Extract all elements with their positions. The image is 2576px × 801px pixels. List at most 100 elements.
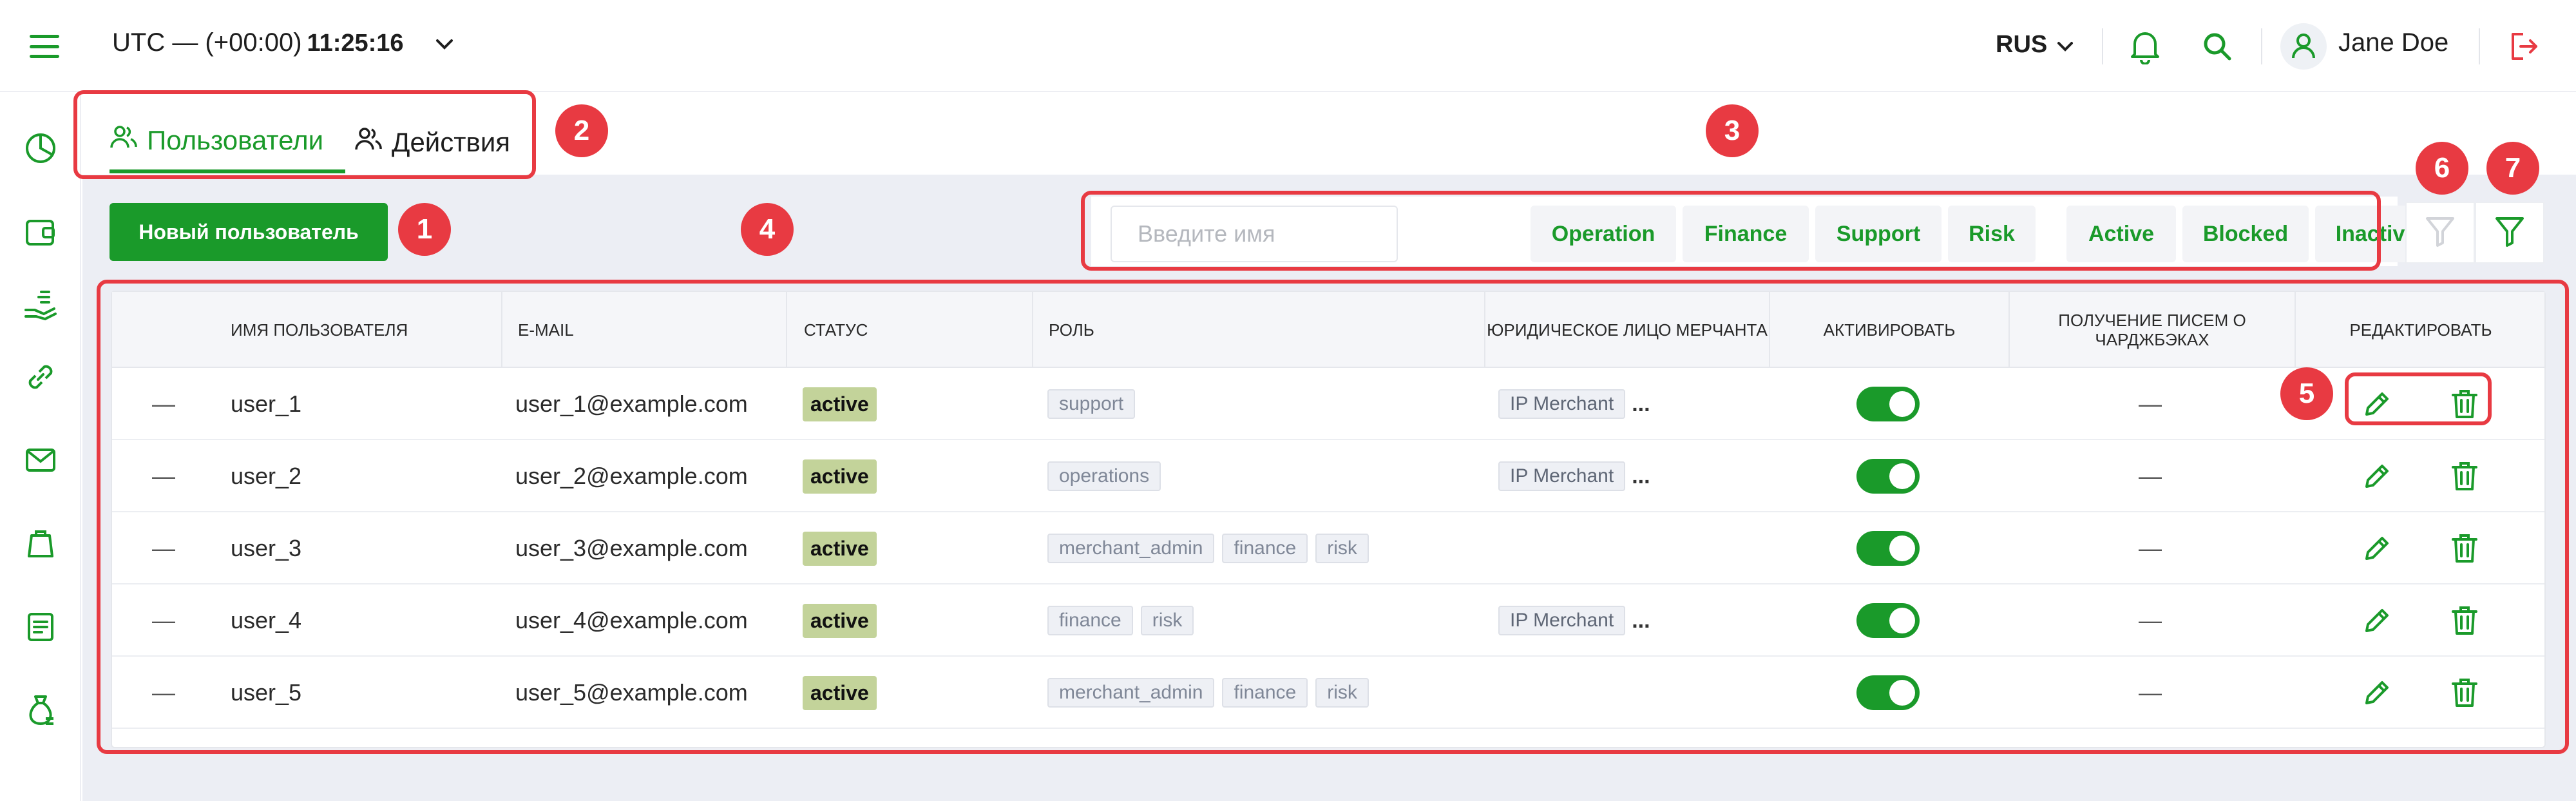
username-cell: user_4 <box>231 607 302 633</box>
chargeback-cell: — <box>2139 679 2162 706</box>
activate-toggle[interactable] <box>1856 387 1920 421</box>
money-hand-icon[interactable] <box>21 285 60 324</box>
search-icon[interactable] <box>2197 26 2238 67</box>
language-selector[interactable]: RUS <box>1996 31 2074 59</box>
divider <box>2479 28 2480 64</box>
role-tag: finance <box>1047 606 1133 635</box>
sidebar <box>0 92 81 801</box>
filter-risk[interactable]: Risk <box>1948 206 2036 262</box>
merchant-tag: IP Merchant <box>1498 461 1626 491</box>
timezone-label: UTC — (+00:00) <box>112 28 302 57</box>
timezone-selector[interactable]: UTC — (+00:00) 11:25:16 <box>112 28 454 57</box>
filter-blocked[interactable]: Blocked <box>2182 206 2309 262</box>
status-badge: active <box>803 531 877 566</box>
avatar[interactable] <box>2280 23 2327 70</box>
menu-icon[interactable] <box>30 35 59 58</box>
activate-toggle[interactable] <box>1856 459 1920 494</box>
delete-icon[interactable] <box>2445 457 2484 496</box>
activate-toggle[interactable] <box>1856 531 1920 566</box>
chargeback-cell: — <box>2139 607 2162 633</box>
role-tag: risk <box>1140 606 1194 635</box>
more-merchants[interactable]: ... <box>1632 392 1650 417</box>
annotation-marker: 2 <box>555 104 608 157</box>
edit-icon[interactable] <box>2358 457 2396 496</box>
username-cell: user_3 <box>231 535 302 561</box>
col-username: ИМЯ ПОЛЬЗОВАТЕЛЯ <box>231 320 408 340</box>
filter-button[interactable] <box>2475 202 2544 264</box>
table-header: ИМЯ ПОЛЬЗОВАТЕЛЯ E-MAIL СТАТУС РОЛЬ ЮРИД… <box>112 292 2544 368</box>
more-merchants[interactable]: ... <box>1632 608 1650 633</box>
pie-chart-icon[interactable] <box>21 129 60 168</box>
divider <box>501 292 502 368</box>
bag-icon[interactable] <box>21 524 60 563</box>
table-row: — user_3 user_3@example.com active merchant_… <box>112 512 2544 584</box>
delete-icon[interactable] <box>2445 385 2484 423</box>
role-tag: finance <box>1222 534 1308 563</box>
email-cell: user_3@example.com <box>515 535 748 561</box>
clear-filter-button[interactable] <box>2405 202 2475 264</box>
tab-actions[interactable]: Действия <box>354 111 522 173</box>
status-badge: active <box>803 675 877 710</box>
tabs: Пользователи Действия <box>82 92 2576 175</box>
more-merchants[interactable]: ... <box>1632 464 1650 489</box>
activate-toggle[interactable] <box>1856 675 1920 710</box>
divider <box>2102 28 2103 64</box>
col-role: РОЛЬ <box>1049 320 1094 340</box>
merchant-cell: IP Merchant... <box>1498 368 1650 440</box>
col-edit: РЕДАКТИРОВАТЬ <box>2349 320 2492 340</box>
delete-icon[interactable] <box>2445 673 2484 712</box>
filter-support[interactable]: Support <box>1815 206 1942 262</box>
table-row: — user_5 user_5@example.com active merchant_… <box>112 657 2544 729</box>
mail-icon[interactable] <box>21 441 60 479</box>
username-cell: user_2 <box>231 463 302 489</box>
row-lead: — <box>152 535 175 561</box>
status-badge: active <box>803 603 877 638</box>
new-user-button[interactable]: Новый пользователь <box>110 203 388 261</box>
table-row: — user_1 user_1@example.com active support IP… <box>112 368 2544 440</box>
filter-panel: Operation Finance Support Risk Active Bl… <box>1091 197 2438 266</box>
money-bag-icon[interactable] <box>21 691 60 730</box>
users-table: ИМЯ ПОЛЬЗОВАТЕЛЯ E-MAIL СТАТУС РОЛЬ ЮРИД… <box>111 291 2546 748</box>
delete-icon[interactable] <box>2445 529 2484 568</box>
filter-operation[interactable]: Operation <box>1531 206 1676 262</box>
role-tag: operations <box>1047 461 1161 491</box>
annotation-marker: 1 <box>398 203 451 256</box>
link-icon[interactable] <box>21 358 60 396</box>
email-cell: user_5@example.com <box>515 679 748 706</box>
divider <box>786 292 787 368</box>
logout-icon[interactable] <box>2503 26 2544 67</box>
tab-users[interactable]: Пользователи <box>110 111 345 173</box>
filter-active[interactable]: Active <box>2066 206 2176 262</box>
filter-finance[interactable]: Finance <box>1683 206 1809 262</box>
activate-toggle[interactable] <box>1856 603 1920 638</box>
role-tag: support <box>1047 389 1136 419</box>
tab-label: Пользователи <box>147 125 324 155</box>
annotation-marker: 5 <box>2280 367 2333 420</box>
annotation-marker: 4 <box>741 203 794 256</box>
edit-icon[interactable] <box>2358 601 2396 640</box>
row-lead: — <box>152 607 175 633</box>
col-chargeback: ПОЛУЧЕНИЕ ПИСЕМ О ЧАРДЖБЭКАХ <box>2058 311 2246 349</box>
edit-icon[interactable] <box>2358 529 2396 568</box>
chevron-down-icon <box>2056 31 2074 59</box>
username-cell: user_5 <box>231 679 302 706</box>
edit-icon[interactable] <box>2358 385 2396 423</box>
merchant-cell: IP Merchant... <box>1498 584 1650 657</box>
wallet-icon[interactable] <box>21 213 60 251</box>
table-row: — user_4 user_4@example.com active finance ri… <box>112 584 2544 657</box>
col-activate: АКТИВИРОВАТЬ <box>1823 320 1956 340</box>
role-cell: finance risk <box>1047 584 1201 657</box>
language-label: RUS <box>1996 31 2048 58</box>
table-row: — user_2 user_2@example.com active operation… <box>112 440 2544 512</box>
role-tag: merchant_admin <box>1047 534 1215 563</box>
delete-icon[interactable] <box>2445 601 2484 640</box>
user-name[interactable]: Jane Doe <box>2338 28 2448 57</box>
edit-icon[interactable] <box>2358 673 2396 712</box>
top-bar: UTC — (+00:00) 11:25:16 RUS Jane Doe <box>0 0 2576 92</box>
document-icon[interactable] <box>21 608 60 646</box>
username-cell: user_1 <box>231 391 302 417</box>
annotation-marker: 3 <box>1706 104 1759 157</box>
bell-icon[interactable] <box>2124 26 2166 67</box>
status-badge: active <box>803 459 877 494</box>
name-search-input[interactable] <box>1111 206 1398 262</box>
